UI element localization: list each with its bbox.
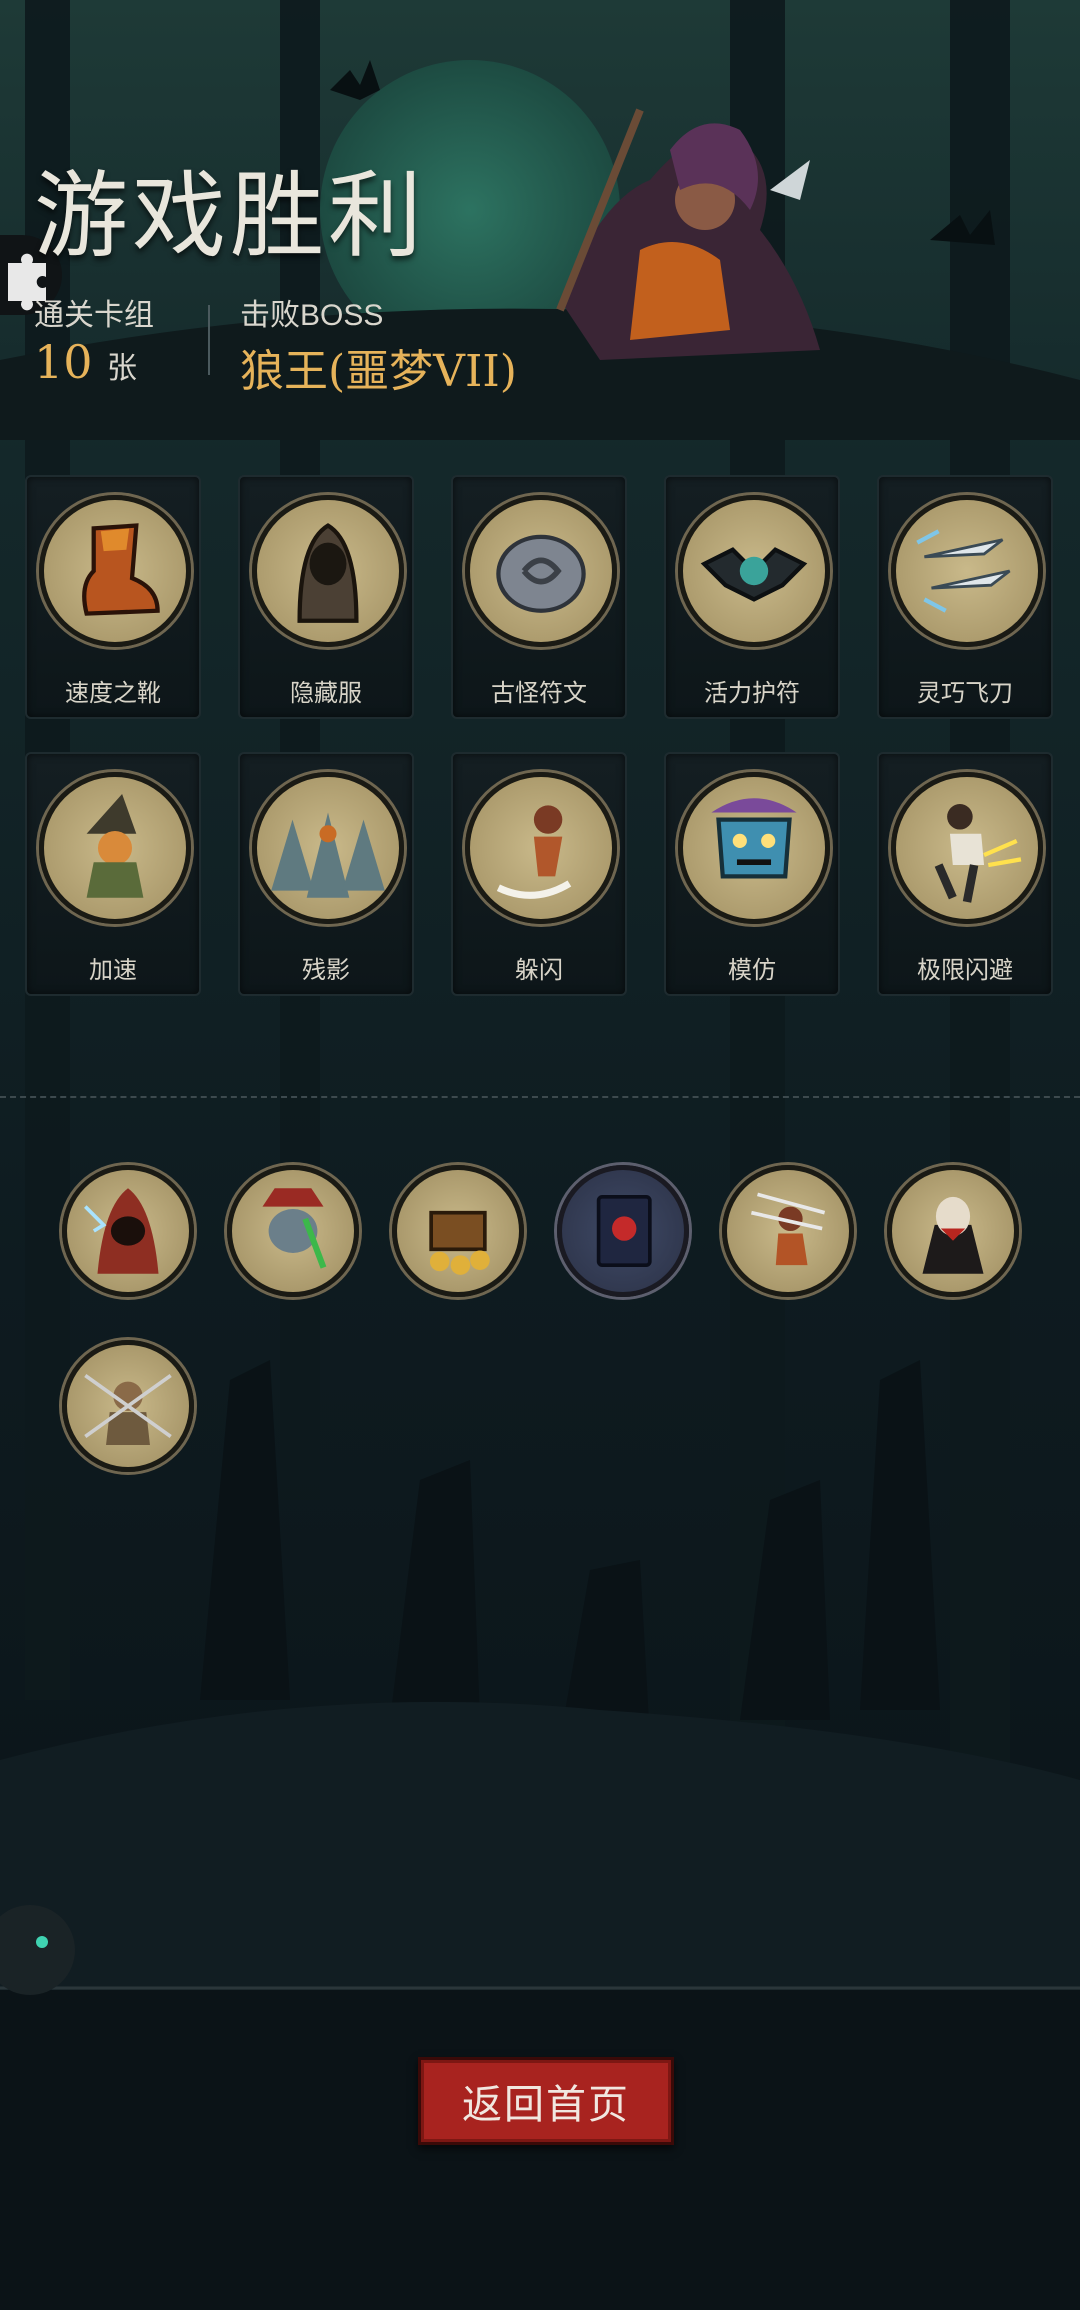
relic-hooded-mage[interactable]: [62, 1165, 194, 1297]
card-accelerate[interactable]: 加速: [25, 752, 201, 996]
slash-hero-icon: [750, 1192, 826, 1266]
boss-label: 击败BOSS: [240, 299, 384, 332]
card-label: 活力护符: [704, 680, 800, 707]
goblin-icon: [262, 1188, 327, 1269]
deck-count-row: 10 张: [34, 335, 137, 389]
card-afterimage[interactable]: 残影: [238, 752, 414, 996]
mask-icon: [678, 772, 830, 924]
card-label: 古怪符文: [491, 680, 587, 707]
stat-divider: [208, 305, 210, 375]
dodge-icon: [465, 772, 617, 924]
afterimage-icon: [252, 772, 404, 924]
witch-icon: [39, 772, 191, 924]
treasure-icon: [429, 1210, 490, 1275]
deck-unit: 张: [107, 352, 137, 385]
hooded-mage-icon: [84, 1188, 159, 1274]
card-dexterous-knives[interactable]: 灵巧飞刀: [877, 475, 1053, 719]
card-label: 模仿: [728, 957, 776, 984]
amulet-icon: [678, 495, 830, 647]
relic-treasure[interactable]: [392, 1165, 524, 1297]
deck-count: 10: [34, 335, 93, 389]
card-label: 极限闪避: [917, 957, 1013, 984]
relic-red-book[interactable]: [557, 1165, 689, 1297]
card-label: 残影: [302, 957, 350, 984]
red-book-icon: [596, 1195, 652, 1267]
return-home-button[interactable]: 返回首页: [418, 2057, 674, 2145]
card-label: 隐藏服: [290, 680, 362, 707]
card-vitality-amulet[interactable]: 活力护符: [664, 475, 840, 719]
background-scenery: [0, 0, 1080, 2310]
cloak-icon: [252, 495, 404, 647]
vampire-icon: [922, 1196, 984, 1274]
card-label: 加速: [89, 957, 137, 984]
card-label: 躲闪: [515, 957, 563, 984]
deck-label: 通关卡组: [34, 299, 154, 332]
card-hidden-suit[interactable]: 隐藏服: [238, 475, 414, 719]
warrior-icon: [84, 1374, 172, 1446]
rune-icon: [465, 495, 617, 647]
extreme-dodge-icon: [891, 772, 1043, 924]
card-speed-boots[interactable]: 速度之靴: [25, 475, 201, 719]
relic-vampire[interactable]: [887, 1165, 1019, 1297]
card-label: 速度之靴: [65, 680, 161, 707]
boot-icon: [39, 495, 191, 647]
relic-goblin[interactable]: [227, 1165, 359, 1297]
card-mimic[interactable]: 模仿: [664, 752, 840, 996]
card-weird-rune[interactable]: 古怪符文: [451, 475, 627, 719]
section-divider: [0, 1096, 1080, 1098]
knives-icon: [891, 495, 1043, 647]
victory-title: 游戏胜利: [34, 162, 427, 271]
relic-slash-hero[interactable]: [722, 1165, 854, 1297]
card-label: 灵巧飞刀: [917, 680, 1013, 707]
card-dodge[interactable]: 躲闪: [451, 752, 627, 996]
relic-warrior[interactable]: [62, 1340, 194, 1472]
card-extreme-dodge[interactable]: 极限闪避: [877, 752, 1053, 996]
boss-name: 狼王(噩梦VII): [240, 346, 517, 397]
